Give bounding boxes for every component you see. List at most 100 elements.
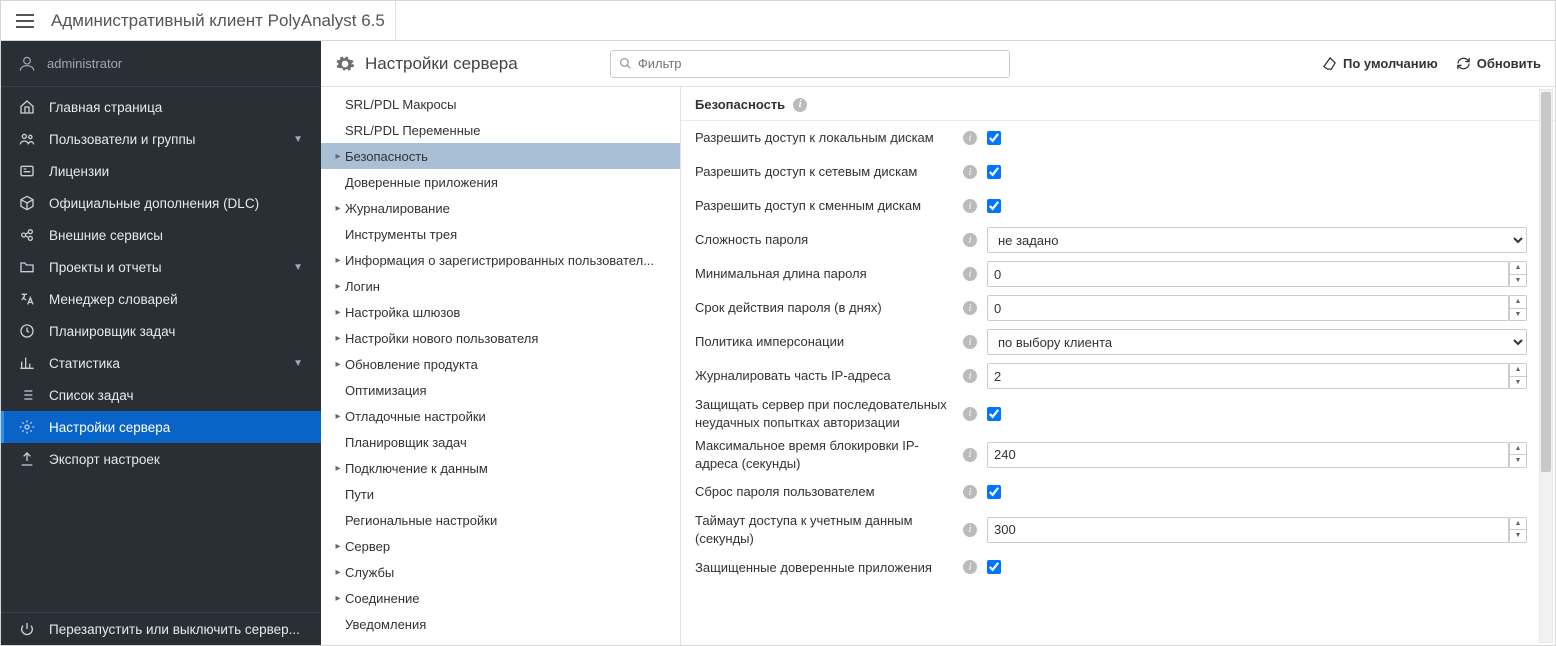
tree-item-9[interactable]: ▸Настройки нового пользователя [321, 325, 680, 351]
sidebar-item-10[interactable]: Настройки сервера [1, 411, 321, 443]
info-icon[interactable]: i [963, 369, 977, 383]
spinner-input-7[interactable] [987, 363, 1509, 389]
spinner-up[interactable]: ▲ [1510, 364, 1526, 377]
info-icon[interactable]: i [963, 301, 977, 315]
tree-item-10[interactable]: ▸Обновление продукта [321, 351, 680, 377]
refresh-button[interactable]: Обновить [1456, 56, 1541, 71]
select-3[interactable]: не задано [987, 227, 1527, 253]
tree-item-19[interactable]: ▸Соединение [321, 585, 680, 611]
menu-toggle[interactable] [9, 14, 41, 28]
tree-item-15[interactable]: Пути [321, 481, 680, 507]
info-icon[interactable]: i [963, 233, 977, 247]
spinner-up[interactable]: ▲ [1510, 518, 1526, 531]
tree-item-8[interactable]: ▸Настройка шлюзов [321, 299, 680, 325]
form-control [987, 407, 1541, 421]
spinner-down[interactable]: ▼ [1510, 275, 1526, 287]
translate-icon [19, 291, 35, 307]
tree-item-2[interactable]: ▸Безопасность [321, 143, 680, 169]
tree-item-17[interactable]: ▸Сервер [321, 533, 680, 559]
info-icon[interactable]: i [963, 199, 977, 213]
sidebar-item-6[interactable]: Менеджер словарей [1, 283, 321, 315]
tree-item-16[interactable]: Региональные настройки [321, 507, 680, 533]
spinner-input-5[interactable] [987, 295, 1509, 321]
checkbox-0[interactable] [987, 131, 1001, 145]
tree-item-label: SRL/PDL Переменные [345, 123, 480, 138]
filter-box[interactable] [610, 50, 1010, 78]
info-icon[interactable]: i [793, 98, 807, 112]
tree-item-7[interactable]: ▸Логин [321, 273, 680, 299]
tree-item-label: Уведомления [345, 617, 426, 632]
spinner-input-4[interactable] [987, 261, 1509, 287]
info-icon[interactable]: i [963, 523, 977, 537]
sidebar-item-5[interactable]: Проекты и отчеты▼ [1, 251, 321, 283]
spinner-input-11[interactable] [987, 517, 1509, 543]
checkbox-10[interactable] [987, 485, 1001, 499]
checkbox-12[interactable] [987, 560, 1001, 574]
info-icon[interactable]: i [963, 267, 977, 281]
form-control [987, 485, 1541, 499]
form-row-8: Защищать сервер при последовательных неу… [681, 393, 1555, 434]
header-actions: По умолчанию Обновить [1322, 56, 1541, 71]
scrollbar[interactable] [1539, 89, 1553, 643]
form-label: Разрешить доступ к сетевым дискам [695, 163, 953, 181]
tree-caret-icon: ▸ [331, 255, 345, 266]
sidebar-item-label: Настройки сервера [49, 420, 170, 435]
sidebar-item-11[interactable]: Экспорт настроек [1, 443, 321, 475]
sidebar-item-7[interactable]: Планировщик задач [1, 315, 321, 347]
user-row[interactable]: administrator [1, 41, 321, 87]
tree-item-6[interactable]: ▸Информация о зарегистрированных пользов… [321, 247, 680, 273]
tree-item-11[interactable]: Оптимизация [321, 377, 680, 403]
content-header: Настройки сервера По умолчанию Обновить [321, 41, 1555, 87]
spinner-down[interactable]: ▼ [1510, 309, 1526, 321]
sidebar-item-0[interactable]: Главная страница [1, 91, 321, 123]
spinner-up[interactable]: ▲ [1510, 443, 1526, 456]
info-icon[interactable]: i [963, 485, 977, 499]
form-area: Безопасность i Разрешить доступ к локаль… [681, 87, 1555, 645]
cogs-icon [335, 54, 355, 74]
tree-item-12[interactable]: ▸Отладочные настройки [321, 403, 680, 429]
section-title-text: Безопасность [695, 97, 785, 112]
tree-item-18[interactable]: ▸Службы [321, 559, 680, 585]
tree-item-4[interactable]: ▸Журналирование [321, 195, 680, 221]
info-icon[interactable]: i [963, 407, 977, 421]
form-row-6: Политика имперсонацииiпо выбору клиента [681, 325, 1555, 359]
info-icon[interactable]: i [963, 448, 977, 462]
tree-item-5[interactable]: Инструменты трея [321, 221, 680, 247]
sidebar-item-1[interactable]: Пользователи и группы▼ [1, 123, 321, 155]
info-icon[interactable]: i [963, 560, 977, 574]
checkbox-2[interactable] [987, 199, 1001, 213]
spinner-buttons: ▲▼ [1509, 261, 1527, 287]
sidebar-item-label: Внешние сервисы [49, 228, 163, 243]
tree-item-1[interactable]: SRL/PDL Переменные [321, 117, 680, 143]
tree-item-0[interactable]: SRL/PDL Макросы [321, 91, 680, 117]
tree-item-label: Журналирование [345, 201, 450, 216]
sidebar-item-9[interactable]: Список задач [1, 379, 321, 411]
tree-item-20[interactable]: Уведомления [321, 611, 680, 637]
form-row-7: Журналировать часть IP-адресаi▲▼ [681, 359, 1555, 393]
select-6[interactable]: по выбору клиента [987, 329, 1527, 355]
checkbox-1[interactable] [987, 165, 1001, 179]
form-row-10: Сброс пароля пользователемi [681, 475, 1555, 509]
sidebar-item-restart[interactable]: Перезапустить или выключить сервер... [1, 613, 321, 645]
spinner-down[interactable]: ▼ [1510, 455, 1526, 467]
info-icon[interactable]: i [963, 335, 977, 349]
tree-caret-icon: ▸ [331, 203, 345, 214]
spinner-up[interactable]: ▲ [1510, 296, 1526, 309]
sidebar-item-4[interactable]: Внешние сервисы [1, 219, 321, 251]
tree-item-13[interactable]: Планировщик задач [321, 429, 680, 455]
info-icon[interactable]: i [963, 131, 977, 145]
spinner-up[interactable]: ▲ [1510, 262, 1526, 275]
checkbox-8[interactable] [987, 407, 1001, 421]
scrollbar-thumb[interactable] [1541, 92, 1551, 472]
sidebar-item-3[interactable]: Официальные дополнения (DLC) [1, 187, 321, 219]
spinner-down[interactable]: ▼ [1510, 530, 1526, 542]
sidebar-item-2[interactable]: Лицензии [1, 155, 321, 187]
sidebar-item-8[interactable]: Статистика▼ [1, 347, 321, 379]
spinner-input-9[interactable] [987, 442, 1509, 468]
default-button[interactable]: По умолчанию [1322, 56, 1438, 71]
tree-item-3[interactable]: Доверенные приложения [321, 169, 680, 195]
filter-input[interactable] [638, 56, 1001, 71]
tree-item-14[interactable]: ▸Подключение к данным [321, 455, 680, 481]
info-icon[interactable]: i [963, 165, 977, 179]
spinner-down[interactable]: ▼ [1510, 377, 1526, 389]
